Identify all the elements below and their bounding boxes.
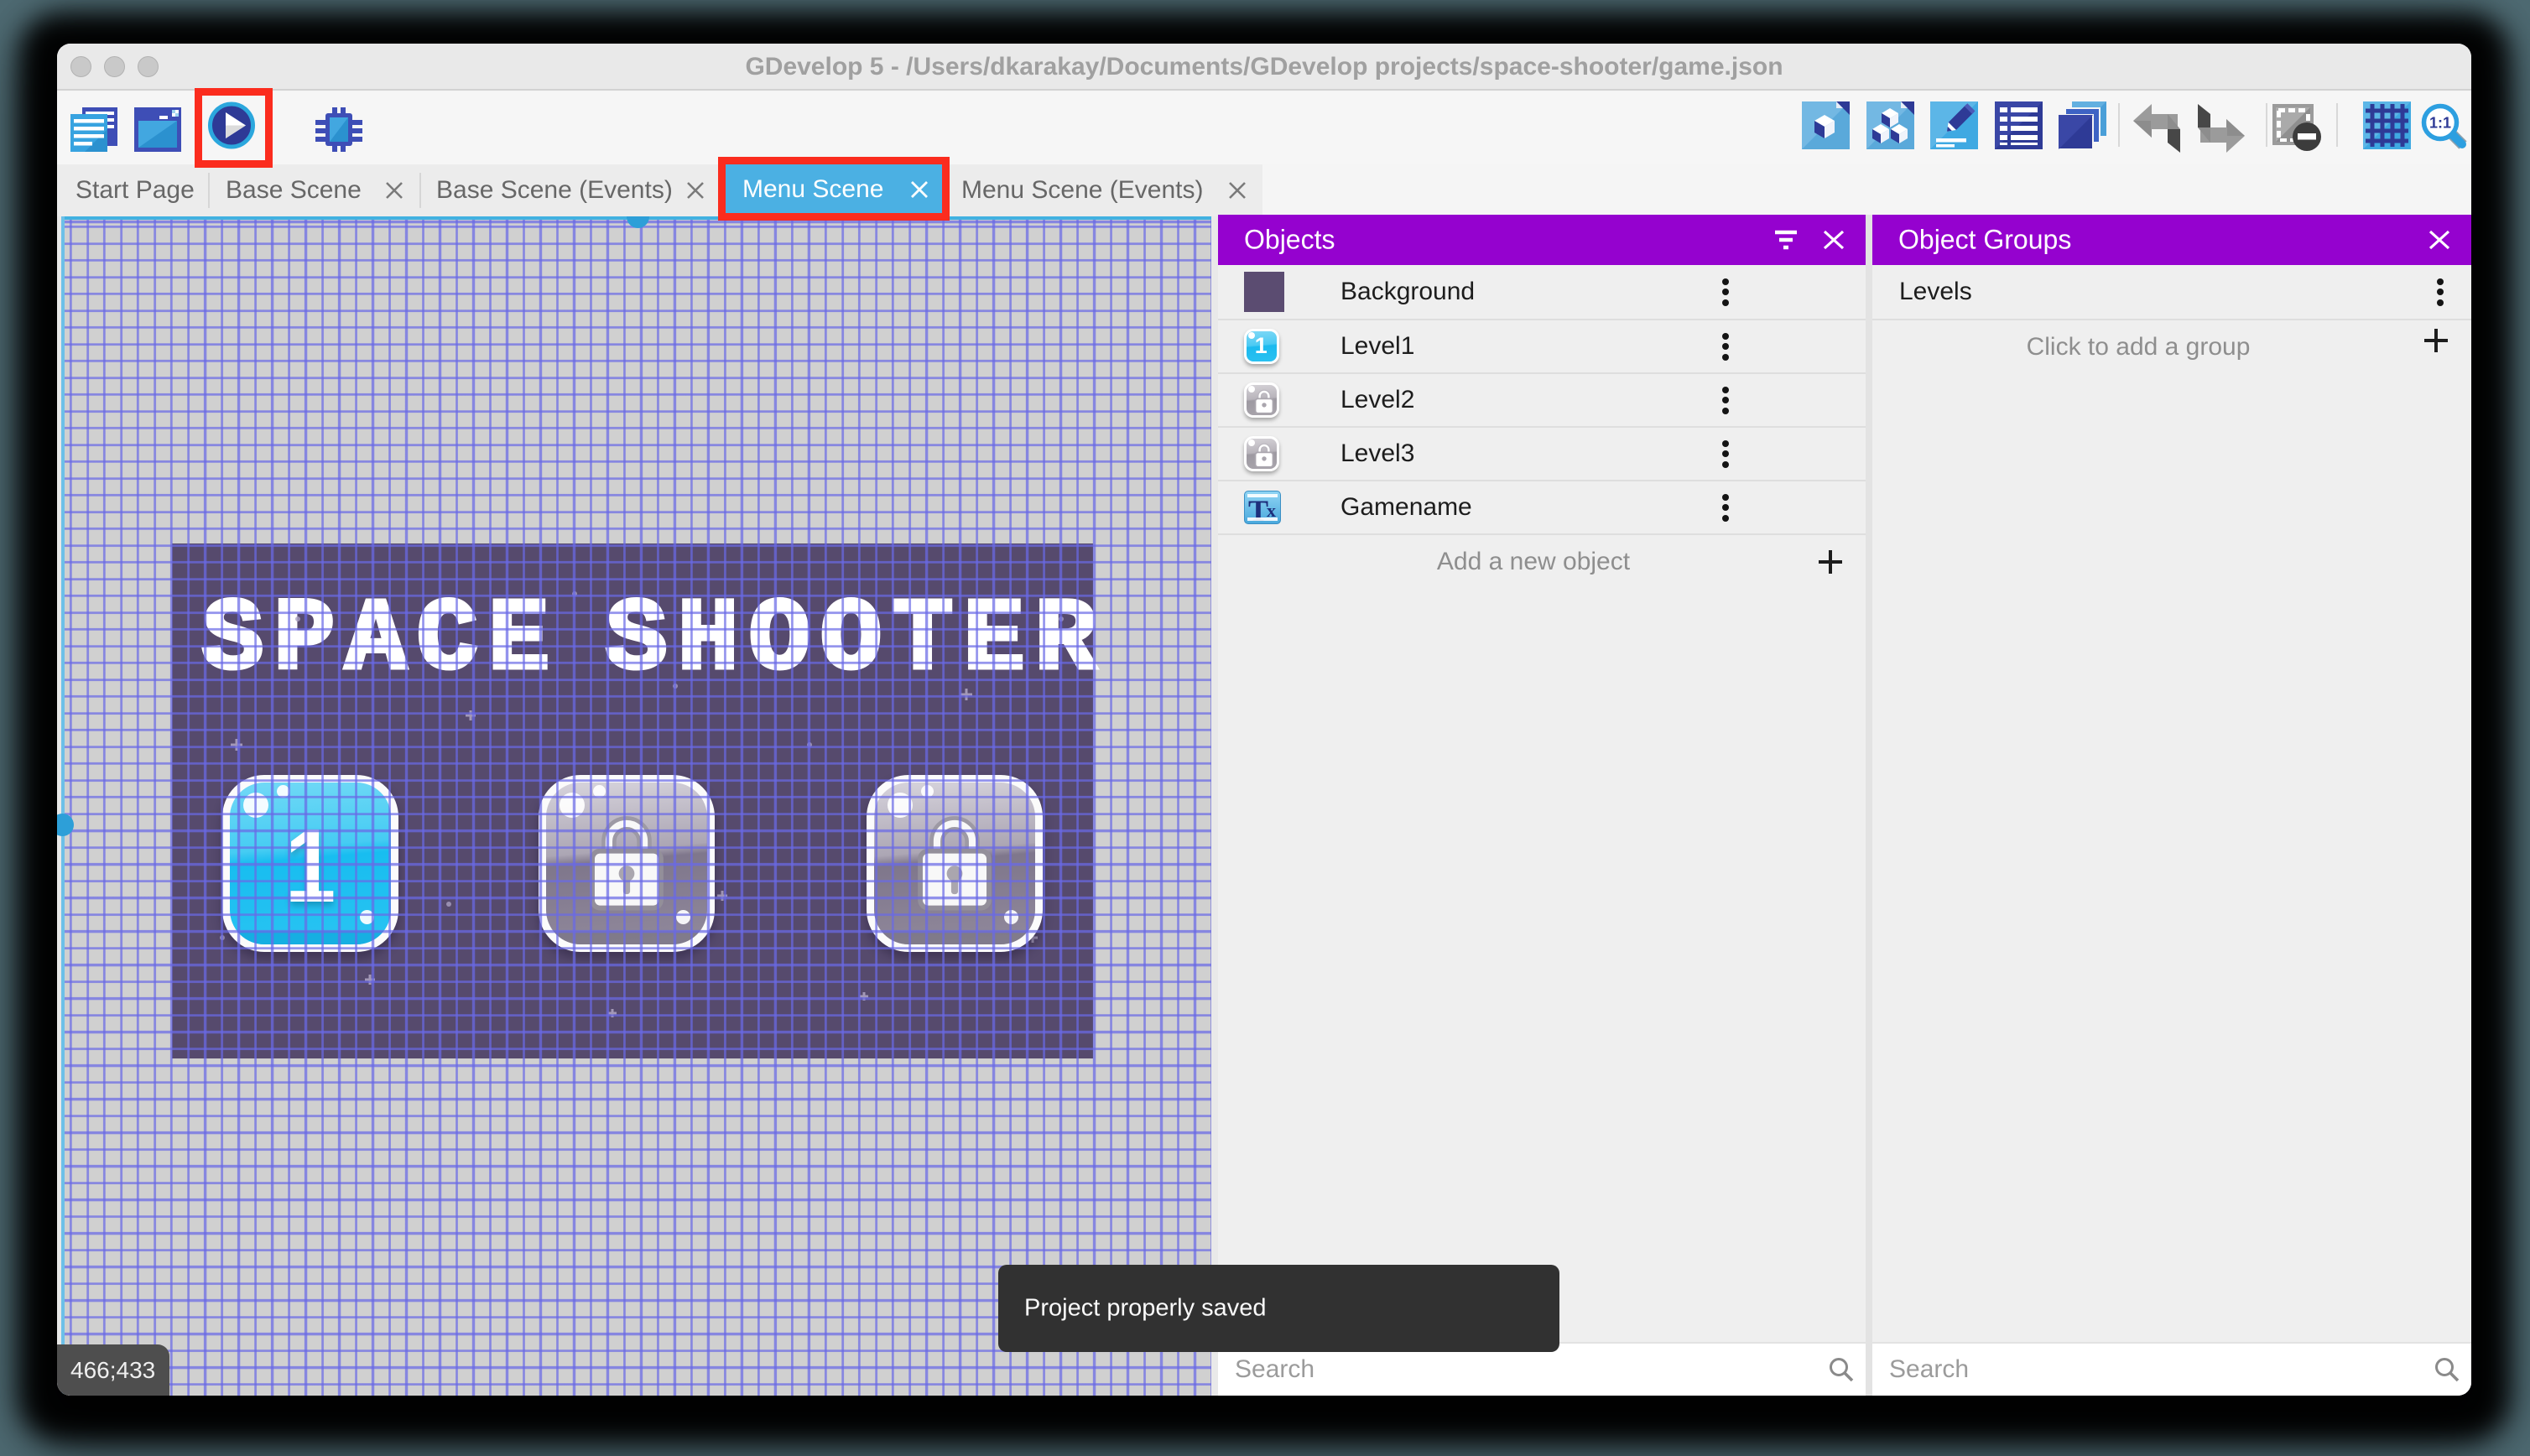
svg-text:1:1: 1:1 <box>2429 115 2451 132</box>
